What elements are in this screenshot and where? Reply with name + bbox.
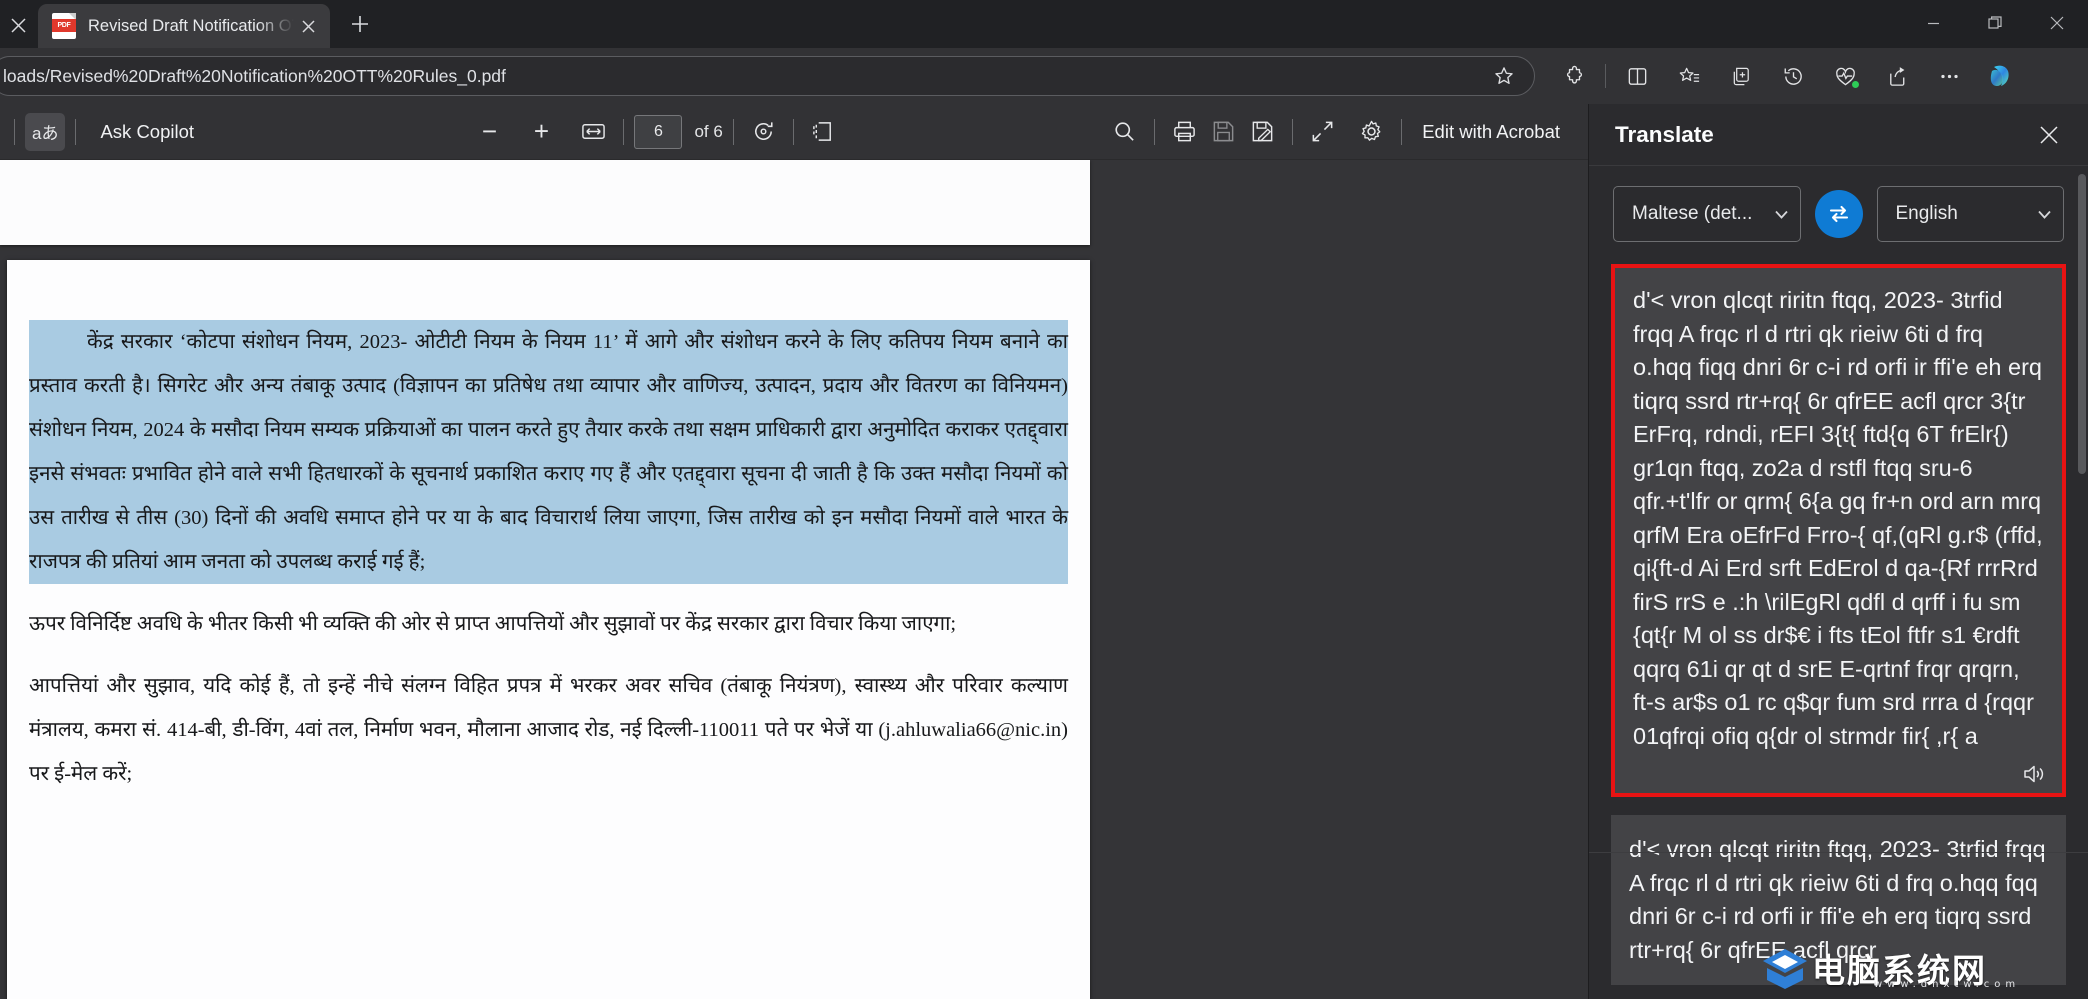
- address-bar-url[interactable]: loads/Revised%20Draft%20Notification%20O…: [0, 66, 1482, 87]
- swap-languages-button[interactable]: [1815, 190, 1863, 238]
- toolbar-divider: [1154, 119, 1155, 145]
- rotate-icon[interactable]: [744, 113, 783, 151]
- translate-panel: Translate Maltese (det... English: [1588, 104, 2088, 999]
- print-icon[interactable]: [1165, 113, 1204, 151]
- translate-toggle-button[interactable]: aあ: [25, 113, 65, 151]
- tab-title: Revised Draft Notification OTT Ru: [88, 17, 294, 36]
- paragraph-text: केंद्र सरकार ‘कोटपा संशोधन नियम, 2023- ओ…: [29, 331, 1068, 573]
- pdf-page-previous: [0, 160, 1090, 245]
- toolbar-divider: [1605, 64, 1606, 88]
- favorites-list-icon[interactable]: [1663, 54, 1715, 98]
- document-paragraph-highlighted[interactable]: केंद्र सरकार ‘कोटपा संशोधन नियम, 2023- ओ…: [29, 320, 1068, 584]
- zoom-in-button[interactable]: +: [522, 113, 560, 151]
- translation-output-text: d'< vron qlcqt riritn ftqq, 2023- 3trfid…: [1633, 284, 2044, 753]
- source-language-label: Maltese (det...: [1632, 203, 1769, 225]
- panel-scrollbar-thumb[interactable]: [2078, 174, 2086, 474]
- toolbar-divider: [1292, 119, 1293, 145]
- document-paragraph[interactable]: आपत्तियां और सुझाव, यदि कोई हैं, तो इन्ह…: [29, 664, 1068, 796]
- panel-section-divider: [1589, 852, 2088, 853]
- history-icon[interactable]: [1767, 54, 1819, 98]
- zoom-out-button[interactable]: −: [470, 113, 508, 151]
- document-paragraph[interactable]: ऊपर विनिर्दिष्ट अवधि के भीतर किसी भी व्य…: [29, 602, 1068, 646]
- tab-bar: PDF Revised Draft Notification OTT Ru: [0, 0, 2088, 48]
- toolbar-divider: [793, 119, 794, 145]
- fit-width-icon[interactable]: [574, 113, 613, 151]
- save-as-icon[interactable]: [1243, 113, 1282, 151]
- restore-icon[interactable]: [1964, 0, 2026, 46]
- pdf-page-current[interactable]: केंद्र सरकार ‘कोटपा संशोधन नियम, 2023- ओ…: [7, 260, 1090, 999]
- tab-strip-close-icon[interactable]: [5, 12, 31, 38]
- status-dot: [1850, 79, 1861, 90]
- pdf-toolbar: aあ Ask Copilot − + 6 of 6: [0, 104, 1588, 160]
- navigation-bar: loads/Revised%20Draft%20Notification%20O…: [0, 48, 2088, 104]
- copilot-icon[interactable]: [1975, 54, 2027, 98]
- translation-output-secondary-text: d'< vron qlcqt riritn ftqq, 2023- 3trfid…: [1629, 833, 2048, 967]
- page-count-label: of 6: [694, 122, 722, 142]
- document-text: केंद्र सरकार ‘कोटपा संशोधन नियम, 2023- ओ…: [7, 320, 1090, 999]
- extensions-puzzle-icon[interactable]: [1548, 54, 1600, 98]
- edit-with-acrobat-button[interactable]: Edit with Acrobat: [1412, 121, 1570, 143]
- gear-icon[interactable]: [1352, 113, 1391, 151]
- window-controls: [1902, 0, 2088, 46]
- close-panel-icon[interactable]: [2032, 118, 2066, 152]
- browser-window: PDF Revised Draft Notification OTT Ru lo…: [0, 0, 2088, 999]
- address-bar[interactable]: loads/Revised%20Draft%20Notification%20O…: [0, 56, 1535, 96]
- favorite-star-icon[interactable]: [1482, 56, 1526, 96]
- pdf-badge-label: PDF: [57, 22, 70, 29]
- toolbar-divider: [75, 119, 76, 145]
- pdf-file-icon: PDF: [52, 13, 76, 39]
- toolbar-divider: [14, 119, 15, 145]
- chevron-down-icon: [1775, 210, 1788, 219]
- chevron-down-icon: [2038, 210, 2051, 219]
- split-screen-icon[interactable]: [1611, 54, 1663, 98]
- ask-copilot-button[interactable]: Ask Copilot: [86, 121, 208, 143]
- toolbar-divider: [623, 119, 624, 145]
- minimize-icon[interactable]: [1902, 0, 1964, 46]
- translate-panel-header: Translate: [1589, 104, 2088, 166]
- settings-more-icon[interactable]: [1923, 54, 1975, 98]
- translation-output-box[interactable]: d'< vron qlcqt riritn ftqq, 2023- 3trfid…: [1611, 264, 2066, 797]
- toolbar-divider: [733, 119, 734, 145]
- browser-tab[interactable]: PDF Revised Draft Notification OTT Ru: [38, 4, 330, 48]
- read-aloud-icon[interactable]: [2022, 763, 2048, 785]
- collections-icon[interactable]: [1715, 54, 1767, 98]
- search-icon[interactable]: [1105, 113, 1144, 151]
- toolbar-icons: [1548, 48, 2027, 104]
- translation-output-secondary-box[interactable]: d'< vron qlcqt riritn ftqq, 2023- 3trfid…: [1611, 815, 2066, 985]
- source-language-dropdown[interactable]: Maltese (det...: [1613, 186, 1801, 242]
- language-selector-row: Maltese (det... English: [1589, 166, 2088, 256]
- pdf-viewport[interactable]: केंद्र सरकार ‘कोटपा संशोधन नियम, 2023- ओ…: [0, 160, 1588, 999]
- target-language-dropdown[interactable]: English: [1877, 186, 2065, 242]
- save-icon[interactable]: [1204, 113, 1243, 151]
- share-icon[interactable]: [1871, 54, 1923, 98]
- close-tab-icon[interactable]: [294, 12, 322, 40]
- page-number-input[interactable]: 6: [634, 115, 682, 149]
- page-layout-icon[interactable]: [804, 113, 843, 151]
- fullscreen-icon[interactable]: [1303, 113, 1342, 151]
- target-language-label: English: [1896, 203, 2033, 225]
- panel-title: Translate: [1615, 122, 2032, 148]
- panel-scrollbar[interactable]: [2078, 174, 2086, 994]
- new-tab-icon[interactable]: [344, 8, 376, 40]
- close-window-icon[interactable]: [2026, 0, 2088, 46]
- toolbar-divider: [1401, 119, 1402, 145]
- browser-essentials-icon[interactable]: [1819, 54, 1871, 98]
